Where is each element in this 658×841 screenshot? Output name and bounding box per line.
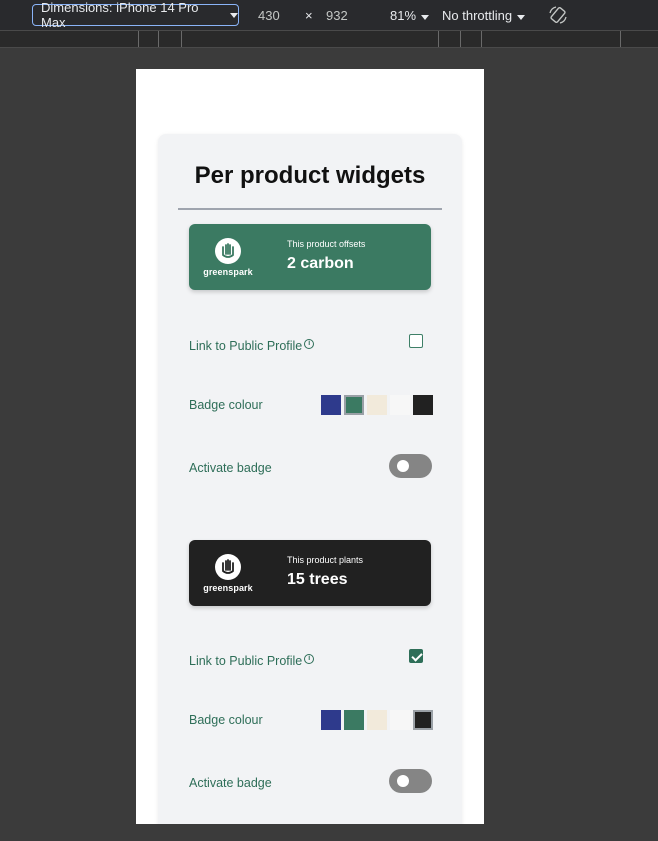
dimensions-label: Dimensions: iPhone 14 Pro Max xyxy=(41,0,199,30)
activate-badge-toggle[interactable] xyxy=(389,769,432,793)
widgets-card: Per product widgets greenspark This prod… xyxy=(158,134,462,824)
swatch-cream[interactable] xyxy=(367,395,387,415)
badge-value: 15 trees xyxy=(287,571,348,588)
profile-link-checkbox[interactable] xyxy=(409,649,423,663)
logo-text: greenspark xyxy=(203,267,253,277)
activate-badge-label: Activate badge xyxy=(189,461,272,475)
throttle-select[interactable]: No throttling xyxy=(442,8,526,23)
badge-colour-label: Badge colour xyxy=(189,713,263,727)
caret-down-icon xyxy=(517,15,526,20)
badge-caption: This product offsets xyxy=(287,239,366,249)
profile-link-label: Link to Public Profile i xyxy=(189,339,315,353)
height-field[interactable]: 932 xyxy=(326,8,348,23)
profile-link-text: Link to Public Profile xyxy=(189,339,303,353)
media-query-ruler xyxy=(0,30,658,48)
badge-caption: This product plants xyxy=(287,555,364,565)
device-viewport: Per product widgets greenspark This prod… xyxy=(136,69,484,824)
width-field[interactable]: 430 xyxy=(258,8,280,23)
throttle-label: No throttling xyxy=(442,8,513,23)
info-icon[interactable]: i xyxy=(304,339,315,349)
profile-link-checkbox[interactable] xyxy=(409,334,423,348)
badge-colour-swatches xyxy=(321,710,433,730)
greenspark-logo-icon xyxy=(215,554,241,580)
logo-text: greenspark xyxy=(203,583,253,593)
times-sign: × xyxy=(305,8,313,23)
profile-link-text: Link to Public Profile xyxy=(189,654,303,668)
activate-badge-toggle[interactable] xyxy=(389,454,432,478)
caret-down-icon xyxy=(421,15,430,20)
swatch-black[interactable] xyxy=(413,710,433,730)
greenspark-logo: greenspark xyxy=(201,238,255,277)
swatch-green[interactable] xyxy=(344,710,364,730)
dimensions-select[interactable]: Dimensions: iPhone 14 Pro Max xyxy=(32,0,239,30)
zoom-select[interactable]: 81% xyxy=(390,8,430,23)
info-icon[interactable]: i xyxy=(304,654,315,664)
badge-colour-swatches xyxy=(321,395,433,415)
greenspark-logo: greenspark xyxy=(201,554,255,593)
activate-badge-label: Activate badge xyxy=(189,776,272,790)
toggle-knob xyxy=(397,460,409,472)
badge-value: 2 carbon xyxy=(287,255,354,272)
swatch-black[interactable] xyxy=(413,395,433,415)
swatch-cream[interactable] xyxy=(367,710,387,730)
badge-colour-label: Badge colour xyxy=(189,398,263,412)
swatch-white[interactable] xyxy=(390,710,410,730)
toggle-knob xyxy=(397,775,409,787)
swatch-blue[interactable] xyxy=(321,395,341,415)
zoom-label: 81% xyxy=(390,8,417,23)
rotate-icon[interactable] xyxy=(548,5,568,25)
caret-down-icon xyxy=(230,12,238,18)
devtools-toolbar: Dimensions: iPhone 14 Pro Max 430 × 932 … xyxy=(0,0,658,30)
swatch-green[interactable] xyxy=(344,395,364,415)
swatch-white[interactable] xyxy=(390,395,410,415)
page-title: Per product widgets xyxy=(194,162,426,189)
profile-link-label: Link to Public Profile i xyxy=(189,654,315,668)
greenspark-logo-icon xyxy=(215,238,241,264)
swatch-blue[interactable] xyxy=(321,710,341,730)
trees-badge-preview: greenspark This product plants 15 trees xyxy=(189,540,431,606)
title-divider xyxy=(178,208,442,210)
carbon-badge-preview: greenspark This product offsets 2 carbon xyxy=(189,224,431,290)
